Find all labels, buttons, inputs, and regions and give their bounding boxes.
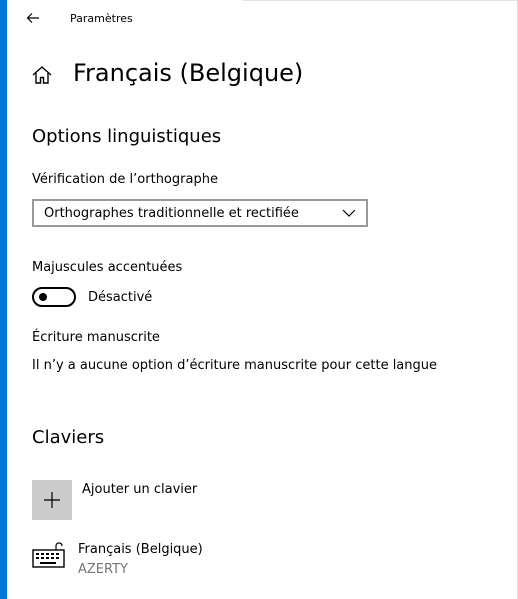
handwriting-message: Il n’y a aucune option d’écriture manusc… — [32, 358, 437, 373]
keyboard-item-layout: AZERTY — [78, 562, 128, 577]
spellcheck-label: Vérification de l’orthographe — [32, 172, 218, 187]
accented-caps-state: Désactivé — [88, 290, 153, 305]
back-button[interactable] — [22, 7, 44, 29]
app-title: Paramètres — [70, 12, 133, 25]
add-keyboard-button[interactable] — [32, 480, 72, 520]
window-accent-bar — [0, 0, 7, 599]
accented-caps-toggle[interactable] — [32, 287, 76, 307]
spellcheck-select-value: Orthographes traditionnelle et rectifiée — [44, 205, 299, 221]
keyboard-item-name: Français (Belgique) — [78, 542, 203, 557]
chevron-down-icon — [342, 209, 356, 217]
back-arrow-icon — [26, 13, 39, 23]
keyboards-heading: Claviers — [32, 427, 105, 448]
accented-caps-label: Majuscules accentuées — [32, 260, 183, 275]
home-icon — [32, 66, 52, 84]
toggle-knob — [39, 293, 47, 301]
handwriting-label: Écriture manuscrite — [32, 330, 160, 345]
title-bar-divider — [243, 0, 518, 1]
plus-icon — [44, 492, 60, 508]
language-options-heading: Options linguistiques — [32, 126, 222, 147]
page-title: Français (Belgique) — [73, 59, 304, 87]
spellcheck-select[interactable]: Orthographes traditionnelle et rectifiée — [32, 199, 368, 227]
keyboard-icon — [32, 542, 65, 568]
add-keyboard-label[interactable]: Ajouter un clavier — [82, 482, 197, 497]
